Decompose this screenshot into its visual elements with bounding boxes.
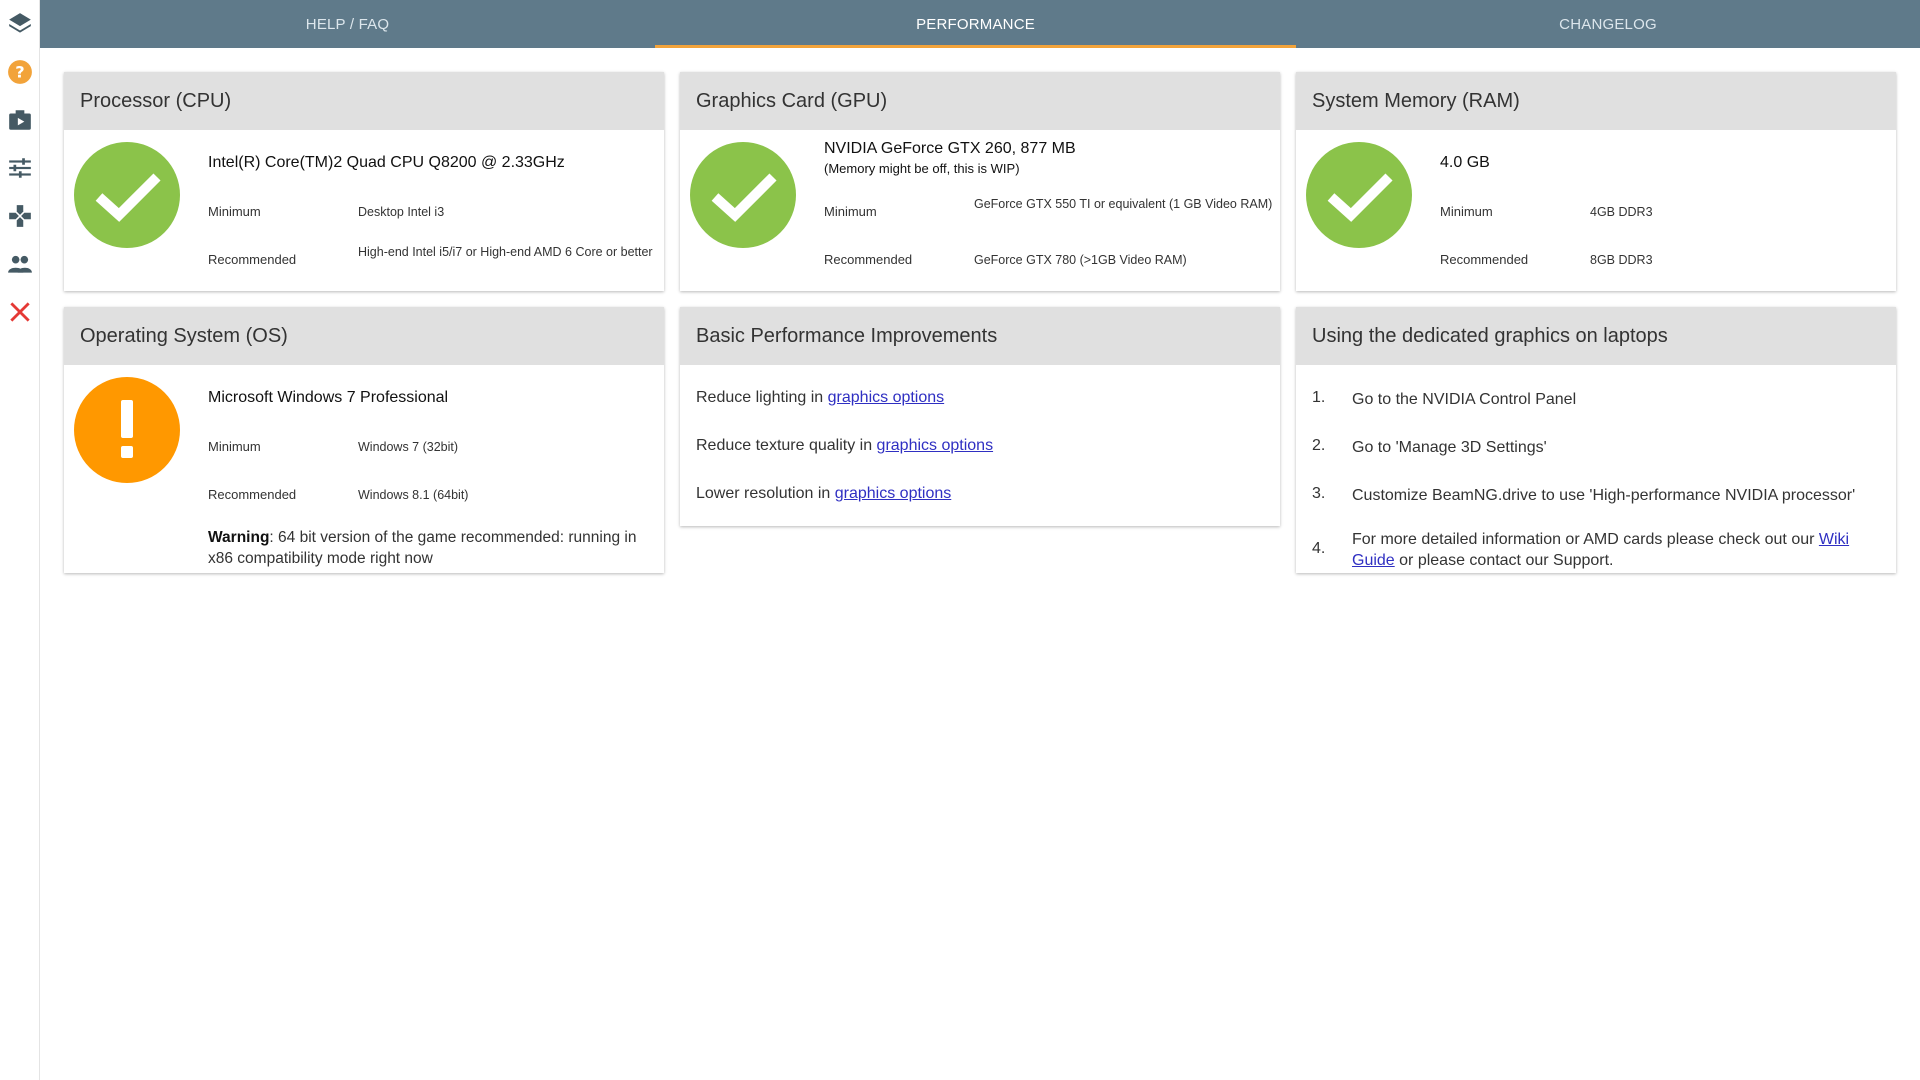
step-number: 1. (1312, 389, 1326, 406)
help-icon: ? (8, 60, 32, 84)
sidebar-item-controls[interactable] (0, 196, 40, 236)
tab-label: HELP / FAQ (305, 15, 390, 33)
checkmark-icon (1327, 173, 1393, 222)
graphics-options-link[interactable]: graphics options (828, 389, 945, 406)
os-value: Microsoft Windows 7 Professional (208, 389, 449, 406)
checkmark-icon (711, 173, 777, 222)
tip-item: Reduce texture quality in graphics optio… (696, 437, 993, 455)
os-warning: Warning: 64 bit version of the game reco… (208, 527, 648, 569)
sidebar: ? (0, 0, 40, 1080)
gpu-min-label: Minimum (824, 204, 877, 219)
ram-min-label: Minimum (1440, 204, 1493, 219)
graphics-options-link[interactable]: graphics options (835, 485, 952, 502)
sidebar-item-help[interactable]: ? (0, 52, 40, 92)
laptops-card-title: Using the dedicated graphics on laptops (1296, 307, 1896, 365)
gpu-rec-label: Recommended (824, 252, 913, 267)
cpu-card-title: Processor (CPU) (64, 72, 664, 130)
cpu-rec-value: High-end Intel i5/i7 or High-end AMD 6 C… (358, 245, 653, 259)
cpu-rec-label: Recommended (208, 252, 297, 267)
sidebar-item-media[interactable] (0, 100, 40, 140)
ram-value: 4.0 GB (1440, 154, 1490, 171)
tip-item: Reduce lighting in graphics options (696, 389, 944, 407)
step-number: 3. (1312, 485, 1326, 502)
sidebar-item-layers[interactable] (0, 4, 40, 44)
tip-text: Reduce texture quality in (696, 437, 877, 454)
os-warning-text: : 64 bit version of the game recommended… (208, 529, 637, 567)
gpu-note: (Memory might be off, this is WIP) (824, 161, 1020, 176)
tip-text: Reduce lighting in (696, 389, 828, 406)
os-card-title: Operating System (OS) (64, 307, 664, 365)
tune-sliders-icon (9, 158, 31, 178)
sidebar-item-close[interactable] (0, 292, 40, 332)
gpu-min-value: GeForce GTX 550 TI or equivalent (1 GB V… (974, 197, 1273, 211)
step-text: Go to the NVIDIA Control Panel (1352, 391, 1577, 408)
os-warning-label: Warning (208, 529, 270, 546)
svg-text:?: ? (15, 62, 24, 81)
status-ok-circle (74, 142, 180, 248)
ram-rec-value: 8GB DDR3 (1590, 253, 1653, 267)
status-ok-circle (690, 142, 796, 248)
step-number: 2. (1312, 437, 1326, 454)
graphics-options-link[interactable]: graphics options (877, 437, 994, 454)
tab-bar: HELP / FAQ PERFORMANCE CHANGELOG (40, 0, 1920, 48)
close-icon (10, 302, 30, 322)
os-card: Operating System (OS) Microsoft Windows … (64, 307, 664, 573)
layers-icon (9, 13, 31, 33)
cpu-card: Processor (CPU) Intel(R) Core(TM)2 Quad … (64, 72, 664, 291)
step-text-after: or please contact our Support. (1394, 552, 1614, 569)
sidebar-item-options[interactable] (0, 148, 40, 188)
gpu-value: NVIDIA GeForce GTX 260, 877 MB (824, 140, 1076, 157)
os-rec-value: Windows 8.1 (64bit) (358, 488, 469, 502)
tab-help-faq[interactable]: HELP / FAQ (40, 0, 655, 48)
step-text: Customize BeamNG.drive to use 'High-perf… (1352, 487, 1856, 504)
laptops-card: Using the dedicated graphics on laptops … (1296, 307, 1896, 573)
gpu-rec-value: GeForce GTX 780 (>1GB Video RAM) (974, 253, 1187, 267)
status-warn-circle (74, 377, 180, 483)
exclamation-icon (121, 400, 133, 458)
improvements-card-title: Basic Performance Improvements (680, 307, 1280, 365)
people-icon (8, 255, 32, 273)
tab-performance[interactable]: PERFORMANCE (655, 0, 1296, 48)
checkmark-icon (95, 173, 161, 222)
tip-item: Lower resolution in graphics options (696, 485, 951, 503)
os-min-label: Minimum (208, 439, 261, 454)
gamepad-icon (9, 205, 31, 227)
tip-text: Lower resolution in (696, 485, 835, 502)
gpu-card-title: Graphics Card (GPU) (680, 72, 1280, 130)
ram-rec-label: Recommended (1440, 252, 1529, 267)
cpu-min-value: Desktop Intel i3 (358, 205, 445, 219)
gpu-card: Graphics Card (GPU) NVIDIA GeForce GTX 2… (680, 72, 1280, 291)
step-text: For more detailed information or AMD car… (1352, 529, 1872, 571)
tab-label: CHANGELOG (1559, 15, 1657, 33)
cpu-min-label: Minimum (208, 204, 261, 219)
media-play-icon (9, 110, 31, 130)
os-min-value: Windows 7 (32bit) (358, 440, 459, 454)
step-number: 4. (1312, 540, 1326, 557)
ram-min-value: 4GB DDR3 (1590, 205, 1653, 219)
step-text: Go to 'Manage 3D Settings' (1352, 439, 1547, 456)
tab-label: PERFORMANCE (916, 15, 1035, 33)
step-text-before: For more detailed information or AMD car… (1352, 531, 1819, 548)
os-rec-label: Recommended (208, 487, 297, 502)
ram-card: System Memory (RAM) 4.0 GB Minimum 4GB D… (1296, 72, 1896, 291)
tab-changelog[interactable]: CHANGELOG (1296, 0, 1920, 48)
status-ok-circle (1306, 142, 1412, 248)
improvements-card: Basic Performance Improvements Reduce li… (680, 307, 1280, 526)
ram-card-title: System Memory (RAM) (1296, 72, 1896, 130)
cpu-value: Intel(R) Core(TM)2 Quad CPU Q8200 @ 2.33… (208, 154, 565, 171)
sidebar-item-multiplayer[interactable] (0, 244, 40, 284)
